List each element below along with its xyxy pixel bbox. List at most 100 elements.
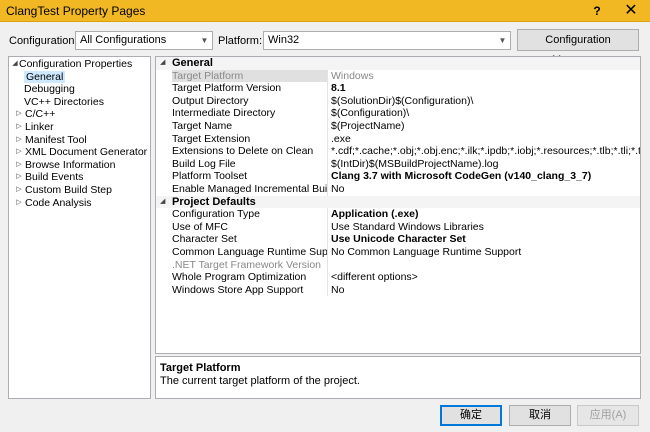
tree-item-label: General (24, 70, 66, 84)
collapse-triangle-icon[interactable]: ◢ (11, 58, 19, 71)
chevron-down-icon: ▼ (498, 36, 507, 45)
grid-row[interactable]: Whole Program Optimization <different opt… (156, 271, 640, 284)
tree-item-label: Browse Information (25, 158, 116, 171)
property-value[interactable]: Application (.exe) (331, 208, 640, 221)
property-tree: ◢ Configuration Properties General Debuggin… (8, 56, 151, 399)
expand-triangle-icon[interactable]: ▷ (15, 121, 23, 134)
property-grid: ◢ General Target Platform Windows Target Pla… (155, 56, 641, 354)
expand-triangle-icon[interactable]: ▷ (15, 184, 23, 197)
configuration-manager-button[interactable]: Configuration Manager... (517, 29, 639, 66)
grid-row[interactable]: Windows Store App Support No (156, 283, 640, 297)
grid-row[interactable]: Target Extension .exe (156, 132, 640, 146)
platform-select[interactable]: Win32 ▼ (263, 31, 511, 50)
property-name: Whole Program Optimization (172, 271, 328, 284)
property-name: Build Log File (172, 157, 328, 171)
property-value[interactable]: $(Configuration)\ (331, 107, 640, 120)
tree-item[interactable]: ▷ Manifest Tool (9, 134, 150, 147)
property-name: Target Extension (172, 132, 328, 146)
collapse-triangle-icon[interactable]: ◢ (160, 57, 168, 70)
property-name: Configuration Type (172, 208, 328, 221)
grid-row[interactable]: Build Log File $(IntDir)$(MSBuildProjectN… (156, 157, 640, 171)
property-value[interactable]: No (331, 183, 640, 196)
tree-item-label: Manifest Tool (25, 133, 87, 146)
tree-item-label: Custom Build Step (25, 183, 112, 196)
grid-row[interactable]: Target Name $(ProjectName) (156, 119, 640, 133)
expand-triangle-icon[interactable]: ▷ (15, 146, 23, 159)
chevron-down-icon: ▼ (200, 36, 209, 45)
grid-row[interactable]: Common Language Runtime SupportNo Common… (156, 245, 640, 259)
grid-row[interactable]: Platform Toolset Clang 3.7 with Microsoft… (156, 170, 640, 183)
tree-item[interactable]: ▷ Browse Information (9, 159, 150, 172)
property-value[interactable]: .exe (331, 133, 640, 146)
title-bar: ClangTest Property Pages ? ✕ (0, 0, 650, 22)
property-value[interactable]: No (331, 284, 640, 297)
collapse-triangle-icon[interactable]: ◢ (160, 196, 168, 209)
property-value[interactable]: <different options> (331, 271, 640, 284)
property-value[interactable]: Use Standard Windows Libraries (331, 221, 640, 234)
property-value[interactable]: $(SolutionDir)$(Configuration)\ (331, 95, 640, 108)
tree-item[interactable]: ▷ Code Analysis (9, 197, 150, 210)
tree-item[interactable]: Debugging (9, 83, 150, 96)
window-title: ClangTest Property Pages (6, 4, 146, 18)
grid-row[interactable]: Configuration Type Application (.exe) (156, 208, 640, 221)
tree-item[interactable]: ▷ Linker (9, 121, 150, 134)
tree-item[interactable]: ◢ Configuration Properties (9, 58, 150, 71)
property-value[interactable]: Windows (331, 70, 640, 83)
cancel-button[interactable]: 取消 (509, 405, 571, 426)
grid-row[interactable]: Target Platform Windows (156, 69, 640, 83)
configuration-select-value: All Configurations (80, 34, 167, 46)
apply-button[interactable]: 应用(A) (577, 405, 639, 426)
tree-item[interactable]: ▷ Custom Build Step (9, 184, 150, 197)
configuration-select[interactable]: All Configurations ▼ (75, 31, 213, 50)
tree-item-label: XML Document Generator (25, 146, 148, 159)
grid-row[interactable]: .NET Target Framework Version (156, 258, 640, 272)
tree-item-label: Build Events (25, 171, 84, 184)
grid-category[interactable]: ◢ Project Defaults (156, 195, 640, 209)
property-value[interactable]: Clang 3.7 with Microsoft CodeGen (v140_c… (331, 170, 640, 183)
tree-item[interactable]: ▷ XML Document Generator (9, 146, 150, 159)
tree-item[interactable]: VC++ Directories (9, 96, 150, 109)
expand-triangle-icon[interactable]: ▷ (15, 171, 23, 184)
tree-item-label: Debugging (24, 83, 75, 96)
help-button[interactable]: ? (584, 1, 610, 21)
description-pane: Target Platform The current target platf… (155, 356, 641, 399)
property-name: Platform Toolset (172, 170, 328, 183)
grid-row[interactable]: Character Set Use Unicode Character Set (156, 233, 640, 246)
property-name: Windows Store App Support (172, 283, 328, 297)
tree-item[interactable]: ▷ Build Events (9, 171, 150, 184)
grid-row[interactable]: Extensions to Delete on Clean *.cdf;*.cac… (156, 145, 640, 158)
property-pages-dialog: ClangTest Property Pages ? ✕ Configurati… (0, 0, 650, 432)
property-value[interactable]: *.cdf;*.cache;*.obj;*.obj.enc;*.ilk;*.ip… (331, 145, 640, 158)
grid-row[interactable]: Intermediate Directory $(Configuration)\ (156, 107, 640, 120)
expand-triangle-icon[interactable]: ▷ (15, 108, 23, 121)
grid-row[interactable]: Enable Managed Incremental Build No (156, 182, 640, 196)
expand-triangle-icon[interactable]: ▷ (15, 134, 23, 147)
grid-row[interactable]: Target Platform Version 8.1 (156, 82, 640, 95)
property-name: Intermediate Directory (172, 107, 328, 120)
property-name: Use of MFC (172, 220, 328, 234)
grid-row[interactable]: Use of MFC Use Standard Windows Libraries (156, 220, 640, 234)
grid-category[interactable]: ◢ General (156, 57, 640, 70)
tree-item-label: Linker (25, 120, 54, 133)
ok-button[interactable]: 确定 (440, 405, 502, 426)
property-value[interactable]: 8.1 (331, 82, 640, 95)
tree-item[interactable]: ▷ C/C++ (9, 108, 150, 121)
property-value[interactable]: Use Unicode Character Set (331, 233, 640, 246)
description-text: The current target platform of the proje… (160, 375, 360, 387)
property-value[interactable]: $(ProjectName) (331, 120, 640, 133)
tree-item[interactable]: General (9, 70, 150, 84)
property-value[interactable]: No Common Language Runtime Support (331, 246, 640, 259)
grid-row[interactable]: Output Directory $(SolutionDir)$(Configur… (156, 94, 640, 108)
expand-triangle-icon[interactable]: ▷ (15, 159, 23, 172)
grid-category-name: Project Defaults (172, 195, 256, 208)
expand-triangle-icon[interactable]: ▷ (15, 197, 23, 210)
property-name: Character Set (172, 233, 328, 246)
description-title: Target Platform (160, 362, 241, 374)
configuration-label: Configuration: (9, 35, 78, 47)
close-button[interactable]: ✕ (618, 1, 644, 21)
property-name: Extensions to Delete on Clean (172, 145, 328, 158)
property-name: .NET Target Framework Version (172, 258, 328, 272)
property-name: Common Language Runtime Support (172, 245, 328, 259)
property-value[interactable]: $(IntDir)$(MSBuildProjectName).log (331, 158, 640, 171)
tree-item-label: C/C++ (25, 108, 56, 121)
